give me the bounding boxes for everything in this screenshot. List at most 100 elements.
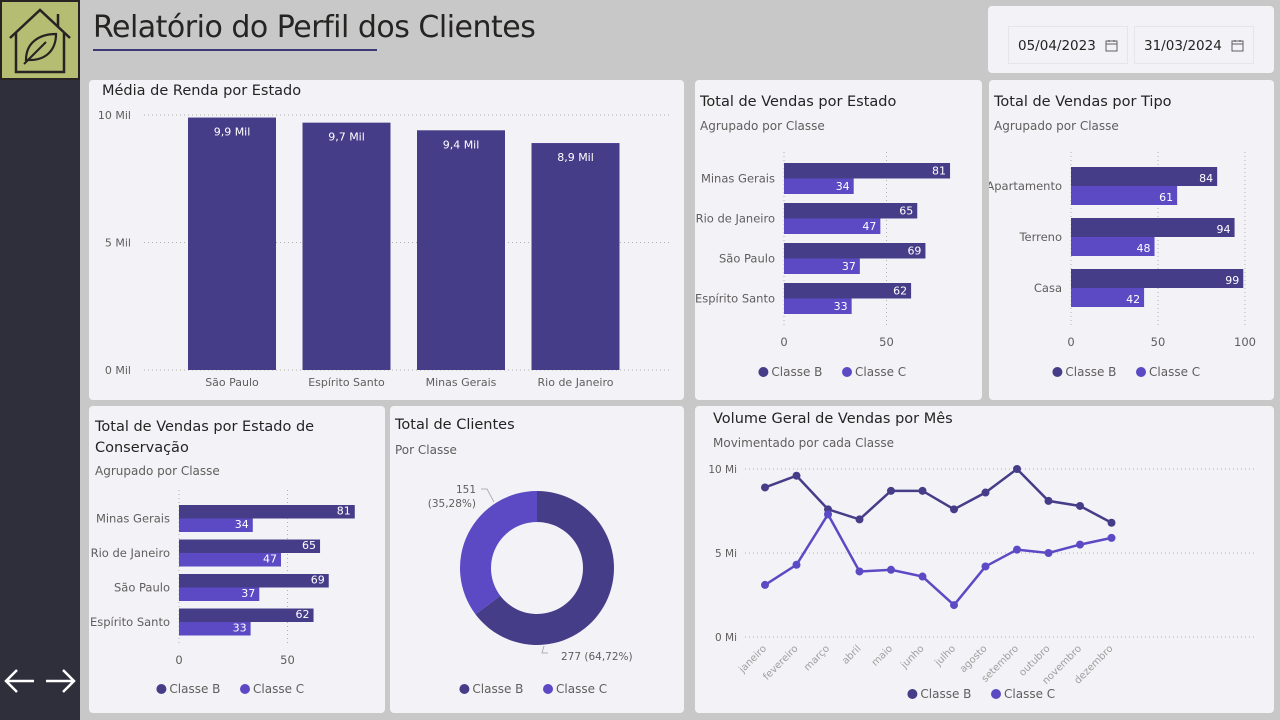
category-label: Espírito Santo <box>90 615 170 629</box>
category-label: Terreno <box>1018 230 1062 244</box>
x-tick-label: 100 <box>1234 335 1256 349</box>
data-label: 84 <box>1199 172 1213 185</box>
y-tick-label: 5 Mi <box>715 548 737 560</box>
legend-label-classe-c: Classe C <box>1149 365 1200 379</box>
bar <box>784 203 918 219</box>
legend-label-classe-c: Classe C <box>556 682 607 696</box>
leader-line <box>481 488 495 503</box>
data-label: 65 <box>302 539 316 552</box>
house-leaf-icon[interactable] <box>0 0 80 80</box>
data-point <box>1044 549 1053 557</box>
end-date-input[interactable]: 31/03/2024 <box>1134 26 1254 64</box>
x-tick-label: São Paulo <box>205 376 259 389</box>
data-label: 8,9 Mil <box>557 151 594 164</box>
data-label: 37 <box>241 587 255 600</box>
category-label: São Paulo <box>114 581 170 595</box>
legend-marker-classe-b <box>907 689 918 699</box>
card-volume-mes: Volume Geral de Vendas por Mês Movimenta… <box>695 406 1274 713</box>
legend-label-classe-b: Classe B <box>472 682 523 696</box>
x-tick-label: 50 <box>1151 335 1166 349</box>
data-label: 94 <box>1217 223 1231 236</box>
data-point <box>1076 501 1084 510</box>
monthly-volume-line-chart: 0 Mi5 Mi10 Mijaneirofevereiro março abril m… <box>708 464 1255 701</box>
data-label: 9,7 Mil <box>328 131 365 144</box>
legend-label-classe-c: Classe C <box>855 365 906 379</box>
data-point <box>855 515 864 524</box>
series-line <box>764 467 1113 524</box>
data-point <box>1107 518 1116 527</box>
legend-marker-classe-c <box>240 684 250 694</box>
card-renda: Média de Renda por Estado 0 Mil 5 Mil 10 M… <box>89 80 684 400</box>
data-label: 69 <box>907 245 921 258</box>
x-tick-label: julho <box>932 643 958 669</box>
data-label: 34 <box>235 518 249 531</box>
data-point <box>950 505 958 514</box>
legend-label-classe-c: Classe C <box>253 682 304 696</box>
x-tick-label: 0 <box>780 335 787 349</box>
legend-marker-classe-b <box>1052 367 1063 377</box>
legend-marker-classe-b <box>758 367 769 377</box>
legend-marker-classe-c <box>842 367 852 377</box>
data-point <box>918 486 927 495</box>
data-point <box>1013 465 1021 473</box>
x-tick-label: Minas Gerais <box>426 376 497 389</box>
legend-marker-classe-c <box>991 689 1001 699</box>
x-tick-label: agosto <box>958 643 990 675</box>
data-point <box>887 565 895 574</box>
x-tick-label: abril <box>840 643 863 666</box>
legend-marker-classe-c <box>543 684 553 694</box>
data-label: 62 <box>296 608 310 621</box>
bar <box>1071 167 1218 186</box>
bar <box>179 574 329 588</box>
start-date-input[interactable]: 05/04/2023 <box>1008 26 1128 64</box>
x-tick-label: Rio de Janeiro <box>538 376 614 389</box>
x-tick-label: 50 <box>879 335 894 349</box>
arrow-right-icon[interactable] <box>42 663 78 699</box>
data-point <box>792 471 801 480</box>
category-label: São Paulo <box>719 252 775 266</box>
y-tick-label: 0 Mi <box>715 632 737 644</box>
data-point <box>1044 496 1053 505</box>
bar <box>784 163 951 179</box>
bar <box>179 505 355 519</box>
bar <box>784 243 926 259</box>
data-label: 42 <box>1126 293 1140 306</box>
data-label: 99 <box>1225 274 1239 287</box>
category-label: Casa <box>1034 281 1062 295</box>
card-clientes: Total de Clientes Por Classe 277 (64,72%… <box>390 406 684 713</box>
calendar-icon[interactable] <box>1231 39 1244 52</box>
arrow-left-icon[interactable] <box>2 663 38 699</box>
category-label: Minas Gerais <box>96 512 170 526</box>
data-label: 151 <box>456 484 476 496</box>
calendar-icon[interactable] <box>1105 39 1118 52</box>
data-label: (35,28%) <box>428 498 476 510</box>
category-label: Minas Gerais <box>701 172 775 186</box>
data-point <box>1013 545 1021 554</box>
data-point <box>855 567 864 576</box>
date-filter: 05/04/2023 31/03/2024 <box>988 6 1274 73</box>
data-label: 65 <box>899 205 913 218</box>
legend-marker-classe-c <box>1136 367 1146 377</box>
bar <box>531 143 620 370</box>
sales-by-condition-chart: 0 50 Minas Gerais 81 34 Rio de Janeiro 65 47 São… <box>90 490 355 696</box>
legend-label-classe-c: Classe C <box>1004 687 1055 701</box>
y-tick-label: 10 Mi <box>708 464 737 476</box>
income-bar-chart: 0 Mil 5 Mil 10 Mil 9,9 Mil São Paulo 9,7 Mil E… <box>98 109 669 389</box>
data-label: 81 <box>337 505 351 518</box>
data-label: 61 <box>1159 191 1173 204</box>
data-label: 34 <box>836 180 850 193</box>
x-tick-label: 0 <box>175 653 182 667</box>
page-title: Relatório do Perfil dos Clientes <box>93 10 536 45</box>
leader-line <box>541 645 548 654</box>
x-tick-label: Espírito Santo <box>308 376 385 389</box>
legend-marker-classe-b <box>156 684 167 694</box>
card-vendas-conservacao: Total de Vendas por Estado de Conservaçã… <box>89 406 385 713</box>
legend-marker-classe-b <box>459 684 470 694</box>
bar <box>417 130 505 370</box>
start-date-value: 05/04/2023 <box>1018 38 1096 54</box>
legend-label-classe-b: Classe B <box>1065 365 1116 379</box>
y-tick-label: 10 Mil <box>98 109 131 122</box>
data-label: 33 <box>233 622 247 635</box>
bar <box>1071 218 1235 237</box>
sales-by-type-chart: 0 50 100 Apartamento 84 61 Terreno 94 48 Casa 99 42… <box>989 152 1256 379</box>
